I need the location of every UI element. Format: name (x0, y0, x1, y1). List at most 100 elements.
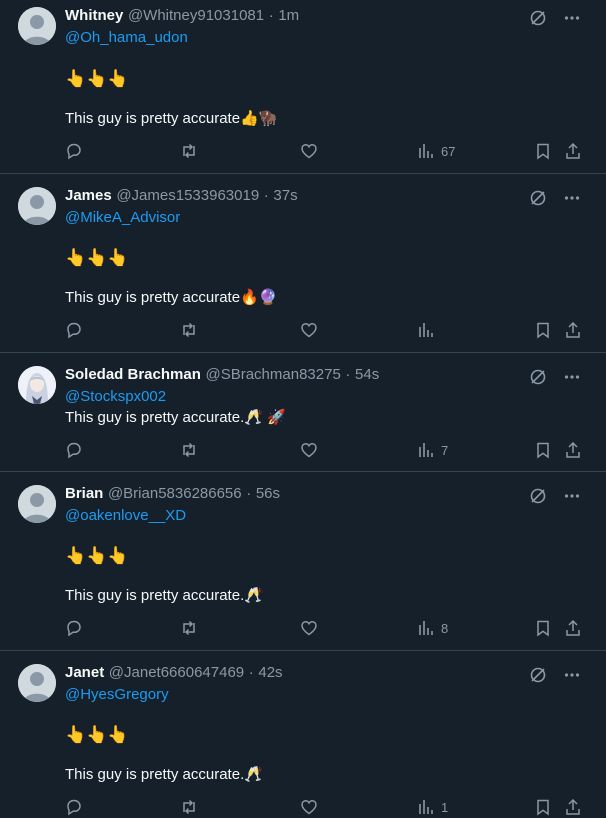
display-name[interactable]: Soledad Brachman (65, 366, 201, 383)
retweet-button[interactable] (180, 619, 198, 637)
views-icon (419, 443, 433, 457)
tweet-top-actions (528, 486, 582, 506)
views-button[interactable]: 1 (417, 798, 448, 816)
views-button[interactable]: 67 (417, 142, 455, 160)
emoji-line: 👆👆👆 (65, 248, 129, 268)
reply-mention[interactable]: @MikeA_Advisor (65, 208, 180, 228)
user-handle[interactable]: @Brian5836286656 (108, 485, 242, 502)
tweet-text: This guy is pretty accurate.🥂 (65, 587, 263, 604)
user-handle[interactable]: @SBrachman83275 (205, 366, 340, 383)
like-button[interactable] (300, 619, 318, 637)
grok-icon[interactable] (528, 188, 548, 208)
display-name[interactable]: Janet (65, 664, 104, 681)
reply-button[interactable] (65, 798, 83, 816)
views-button[interactable]: 7 (417, 441, 448, 459)
tweet-header: Brian @Brian5836286656 · 56s (65, 484, 280, 504)
tweet-actions: 67 (65, 142, 590, 162)
like-button[interactable] (300, 321, 318, 339)
timestamp[interactable]: 1m (278, 7, 299, 24)
like-button[interactable] (300, 142, 318, 160)
emoji-line: 👆👆👆 (65, 546, 129, 566)
bookmark-icon (537, 442, 549, 459)
reply-button[interactable] (65, 142, 83, 160)
share-icon (566, 798, 580, 815)
reply-mention[interactable]: @oakenlove__XD (65, 506, 186, 526)
bookmark-button[interactable] (534, 441, 552, 459)
avatar[interactable] (18, 366, 56, 404)
avatar[interactable] (18, 7, 56, 45)
tweet-card[interactable]: Whitney @Whitney91031081 · 1m @Oh_hama_u… (0, 0, 606, 174)
share-button[interactable] (564, 441, 582, 459)
avatar[interactable] (18, 664, 56, 702)
like-icon (301, 143, 317, 159)
more-icon[interactable] (562, 486, 582, 506)
share-button[interactable] (564, 321, 582, 339)
views-button[interactable]: 8 (417, 619, 448, 637)
bookmark-button[interactable] (534, 798, 552, 816)
tweet-top-actions (528, 665, 582, 685)
timestamp[interactable]: 42s (258, 664, 282, 681)
share-button[interactable] (564, 798, 582, 816)
share-icon (566, 321, 580, 338)
reply-button[interactable] (65, 441, 83, 459)
bookmark-button[interactable] (534, 142, 552, 160)
retweet-button[interactable] (180, 142, 198, 160)
reply-button[interactable] (65, 321, 83, 339)
more-icon[interactable] (562, 367, 582, 387)
grok-icon[interactable] (528, 665, 548, 685)
grok-icon[interactable] (528, 8, 548, 28)
retweet-button[interactable] (180, 798, 198, 816)
user-handle[interactable]: @Whitney91031081 (128, 7, 264, 24)
timestamp[interactable]: 37s (273, 187, 297, 204)
display-name[interactable]: James (65, 187, 112, 204)
display-name[interactable]: Whitney (65, 7, 123, 24)
avatar[interactable] (18, 187, 56, 225)
share-icon (566, 619, 580, 636)
tweet-header: Soledad Brachman @SBrachman83275 · 54s (65, 365, 379, 385)
more-icon[interactable] (562, 188, 582, 208)
views-icon (419, 621, 433, 635)
share-icon (566, 142, 580, 159)
reply-icon (67, 799, 81, 816)
tweet-card[interactable]: Janet @Janet6660647469 · 42s @HyesGregor… (0, 651, 606, 816)
share-button[interactable] (564, 142, 582, 160)
tweet-card[interactable]: James @James1533963019 · 37s @MikeA_Advi… (0, 174, 606, 353)
bookmark-button[interactable] (534, 619, 552, 637)
separator: · (248, 664, 254, 681)
retweet-icon (183, 322, 195, 338)
display-name[interactable]: Brian (65, 485, 103, 502)
retweet-button[interactable] (180, 321, 198, 339)
retweet-button[interactable] (180, 441, 198, 459)
reply-mention[interactable]: @HyesGregory (65, 685, 169, 705)
user-handle[interactable]: @James1533963019 (116, 187, 259, 204)
share-icon (566, 441, 580, 458)
retweet-icon (183, 620, 195, 636)
tweet-card[interactable]: Soledad Brachman @SBrachman83275 · 54s @… (0, 353, 606, 472)
tweet-header: Whitney @Whitney91031081 · 1m (65, 6, 299, 26)
reply-mention[interactable]: @Stockspx002 (65, 387, 166, 407)
views-button[interactable] (417, 321, 441, 339)
tweet-card[interactable]: Brian @Brian5836286656 · 56s @oakenlove_… (0, 472, 606, 651)
separator: · (246, 485, 252, 502)
more-icon[interactable] (562, 665, 582, 685)
like-button[interactable] (300, 441, 318, 459)
share-button[interactable] (564, 619, 582, 637)
tweet-top-actions (528, 188, 582, 208)
tweet-top-actions (528, 8, 582, 28)
avatar[interactable] (18, 485, 56, 523)
grok-icon[interactable] (528, 367, 548, 387)
bookmark-icon (537, 620, 549, 637)
retweet-icon (183, 442, 195, 458)
like-button[interactable] (300, 798, 318, 816)
reply-mention[interactable]: @Oh_hama_udon (65, 28, 188, 48)
timestamp[interactable]: 56s (256, 485, 280, 502)
like-icon (301, 620, 317, 636)
timestamp[interactable]: 54s (355, 366, 379, 383)
user-handle[interactable]: @Janet6660647469 (109, 664, 244, 681)
bookmark-icon (537, 143, 549, 160)
more-icon[interactable] (562, 8, 582, 28)
bookmark-button[interactable] (534, 321, 552, 339)
tweet-header: James @James1533963019 · 37s (65, 186, 298, 206)
reply-button[interactable] (65, 619, 83, 637)
grok-icon[interactable] (528, 486, 548, 506)
